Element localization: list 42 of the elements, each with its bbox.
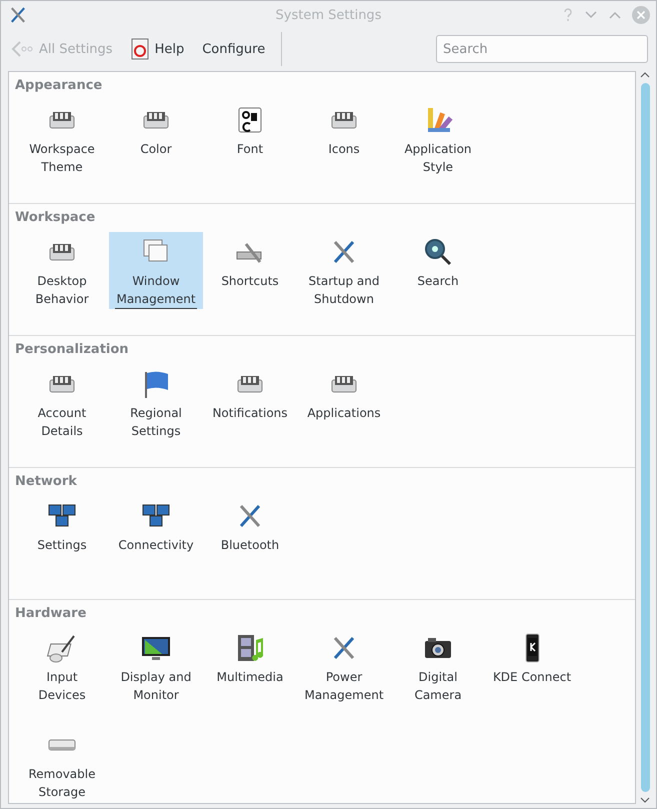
settings-item[interactable]: Color (109, 100, 203, 177)
scrollbar-thumb[interactable] (640, 83, 650, 792)
settings-item[interactable]: Regional Settings (109, 364, 203, 441)
settings-item[interactable]: Digital Camera (391, 628, 485, 705)
scroll-up-icon[interactable] (640, 71, 650, 79)
settings-item[interactable]: Input Devices (15, 628, 109, 705)
lifebuoy-icon (130, 38, 149, 60)
settings-item[interactable]: Applications (297, 364, 391, 441)
settings-item[interactable]: Icons (297, 100, 391, 177)
settings-item[interactable]: Removable Storage (15, 725, 109, 802)
settings-item[interactable]: Connectivity (109, 496, 203, 573)
settings-item[interactable]: Font (203, 100, 297, 177)
search-field[interactable]: Search (436, 35, 648, 63)
back-arrow-icon (11, 41, 33, 57)
settings-item[interactable]: KDE Connect (485, 628, 579, 705)
help-button[interactable]: Help (128, 36, 186, 62)
settings-item[interactable]: Desktop Behavior (15, 232, 109, 309)
section-title: Personalization (15, 342, 130, 359)
settings-item[interactable]: Display and Monitor (109, 628, 203, 705)
section-title: Workspace (15, 210, 96, 227)
settings-item[interactable]: Search (391, 232, 485, 309)
scroll-down-icon[interactable] (640, 796, 650, 804)
configure-button[interactable]: Configure (200, 40, 268, 58)
section-title: Appearance (15, 78, 104, 95)
section-title: Hardware (15, 606, 88, 623)
settings-item[interactable]: Application Style (391, 100, 485, 177)
settings-item[interactable]: Workspace Theme (15, 100, 109, 177)
section-title: Network (15, 474, 78, 491)
maximize-icon[interactable] (608, 10, 622, 20)
window-title: System Settings (274, 8, 382, 22)
settings-item[interactable]: Account Details (15, 364, 109, 441)
settings-item[interactable]: Startup and Shutdown (297, 232, 391, 309)
minimize-icon[interactable] (584, 10, 598, 20)
help-icon[interactable] (562, 8, 574, 22)
settings-item[interactable]: Shortcuts (203, 232, 297, 309)
settings-item[interactable]: Notifications (203, 364, 297, 441)
settings-item[interactable]: Settings (15, 496, 109, 573)
settings-item[interactable]: Window Management (109, 232, 203, 309)
settings-item[interactable]: Power Management (297, 628, 391, 705)
settings-item[interactable]: Bluetooth (203, 496, 297, 573)
settings-item[interactable]: Multimedia (203, 628, 297, 705)
close-icon[interactable] (632, 6, 650, 24)
